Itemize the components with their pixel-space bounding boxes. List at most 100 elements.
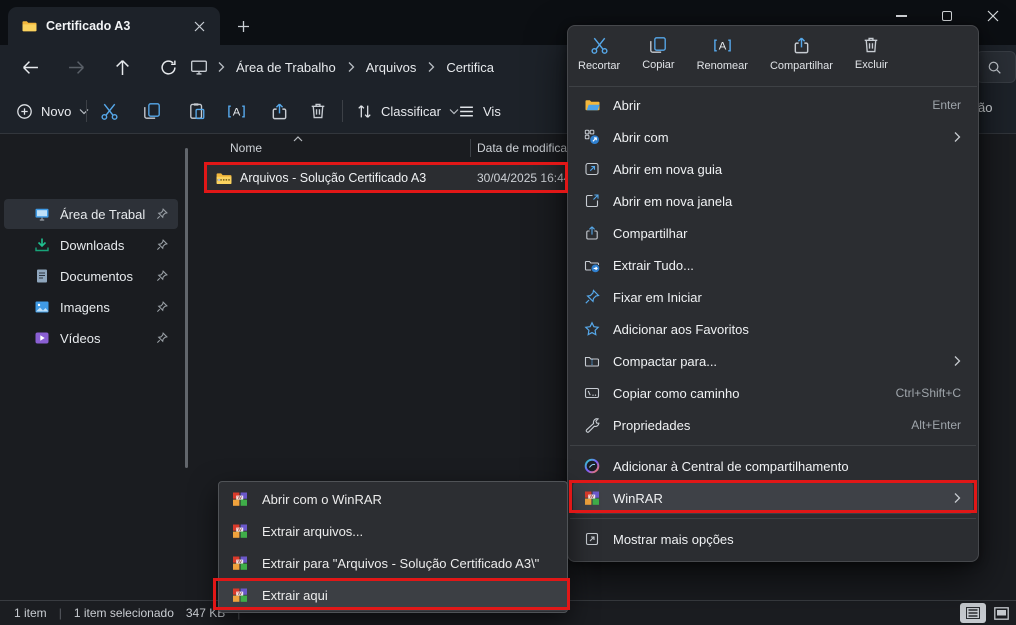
quick-share-button[interactable]: Compartilhar: [764, 34, 839, 84]
thumbnail-view-icon: [994, 607, 1009, 620]
quick-action-label: Renomear: [697, 60, 748, 72]
menu-item-copiar-caminho[interactable]: Copiar como caminho Ctrl+Shift+C: [573, 377, 973, 409]
share-button[interactable]: [262, 96, 296, 126]
delete-icon: [309, 102, 327, 120]
view-button-label: Visualizar: [483, 104, 501, 119]
open-with-icon: [584, 129, 600, 145]
copy-button[interactable]: [135, 96, 169, 126]
menu-item-favoritos[interactable]: Adicionar aos Favoritos: [573, 313, 973, 345]
status-divider: |: [59, 606, 62, 620]
quick-action-label: Compartilhar: [770, 60, 833, 72]
thumbnail-view-button[interactable]: [988, 603, 1014, 623]
toolbar-divider: [342, 100, 343, 122]
sort-button-label: Classificar: [381, 104, 441, 119]
column-modified[interactable]: Data de modifica: [477, 141, 567, 155]
search-box[interactable]: [976, 51, 1016, 83]
rename-button[interactable]: A: [219, 96, 253, 126]
menu-item-propriedades[interactable]: Propriedades Alt+Enter: [573, 409, 973, 441]
sort-ascending-icon: [293, 136, 303, 142]
folder-icon: [21, 18, 37, 34]
up-icon[interactable]: [106, 51, 138, 83]
breadcrumb-desktop[interactable]: Área de Trabalho: [234, 57, 338, 78]
breadcrumb-current[interactable]: Certifica: [444, 57, 496, 78]
desktop-icon: [190, 58, 208, 76]
column-name[interactable]: Nome: [230, 141, 262, 155]
file-modified-date: 30/04/2025 16:44: [477, 171, 570, 185]
details-view-icon: [966, 607, 980, 619]
delete-button[interactable]: [301, 96, 335, 126]
quick-action-label: Recortar: [578, 60, 620, 72]
submenu-item-extrair-para[interactable]: W Extrair para "Arquivos - Solução Certi…: [219, 547, 567, 579]
menu-item-extrair-tudo[interactable]: Extrair Tudo...: [573, 249, 973, 281]
menu-item-fixar-iniciar[interactable]: Fixar em Iniciar: [573, 281, 973, 313]
file-explorer-window: Certificado A3: [0, 0, 1016, 625]
sidebar-item-documents[interactable]: Documentos: [4, 261, 178, 291]
menu-item-winrar[interactable]: W WinRAR: [573, 482, 973, 514]
menu-item-compactar[interactable]: Compactar para...: [573, 345, 973, 377]
paste-button[interactable]: [180, 96, 214, 126]
menu-item-mostrar-mais[interactable]: Mostrar mais opções: [573, 523, 973, 555]
column-divider[interactable]: [470, 139, 471, 157]
menu-item-abrir-nova-guia[interactable]: Abrir em nova guia: [573, 153, 973, 185]
sidebar-item-downloads[interactable]: Downloads: [4, 230, 178, 260]
toolbar-clipped-label: ão: [978, 100, 992, 115]
winrar-extract-icon: W: [232, 523, 248, 539]
pictures-icon: [34, 299, 50, 315]
svg-text:A: A: [719, 40, 727, 52]
show-more-options-icon: [584, 531, 600, 547]
refresh-icon[interactable]: [152, 51, 184, 83]
quick-copy-button[interactable]: Copiar: [636, 34, 680, 84]
menu-item-compartilhar[interactable]: Compartilhar: [573, 217, 973, 249]
chevron-right-icon: [217, 61, 225, 73]
rename-icon: A: [227, 102, 246, 121]
details-view-button[interactable]: [960, 603, 986, 623]
quick-action-label: Excluir: [855, 59, 888, 71]
sidebar-item-label: Documentos: [60, 269, 146, 284]
cut-icon: [590, 36, 609, 55]
file-name: Arquivos - Solução Certificado A3: [240, 171, 426, 185]
paste-icon: [188, 102, 206, 120]
winrar-extract-icon: W: [232, 555, 248, 571]
winrar-icon: W: [584, 490, 600, 506]
breadcrumb-arquivos[interactable]: Arquivos: [364, 57, 419, 78]
quick-delete-button[interactable]: Excluir: [849, 34, 894, 84]
view-toggles: [960, 603, 1014, 623]
menu-item-abrir-nova-janela[interactable]: Abrir em nova janela: [573, 185, 973, 217]
compress-icon: [584, 353, 600, 369]
shortcut-label: Ctrl+Shift+C: [896, 386, 961, 400]
shortcut-label: Alt+Enter: [911, 418, 961, 432]
submenu-chevron-icon: [953, 355, 961, 367]
quick-cut-button[interactable]: Recortar: [572, 34, 626, 84]
desktop-icon: [34, 206, 50, 222]
tab-certificado-a3[interactable]: Certificado A3: [8, 7, 220, 45]
sidebar-item-videos[interactable]: Vídeos: [4, 323, 178, 353]
file-row-selected[interactable]: Arquivos - Solução Certificado A3 30/04/…: [207, 163, 567, 193]
new-tab-button[interactable]: [230, 13, 256, 39]
forward-icon[interactable]: [60, 51, 92, 83]
new-button[interactable]: Novo: [10, 96, 95, 126]
menu-item-abrir[interactable]: Abrir Enter: [573, 89, 973, 121]
submenu-item-extrair-aqui[interactable]: W Extrair aqui: [219, 579, 567, 611]
sidebar-item-label: Vídeos: [60, 331, 146, 346]
view-button[interactable]: Visualizar: [452, 96, 507, 126]
submenu-item-extrair-arquivos[interactable]: W Extrair arquivos...: [219, 515, 567, 547]
back-icon[interactable]: [14, 51, 46, 83]
submenu-item-abrir-winrar[interactable]: W Abrir com o WinRAR: [219, 483, 567, 515]
open-new-tab-icon: [584, 161, 600, 177]
sidebar-item-desktop[interactable]: Área de Trabalho: [4, 199, 178, 229]
sidebar-item-pictures[interactable]: Imagens: [4, 292, 178, 322]
tab-title: Certificado A3: [46, 19, 179, 33]
tab-close-icon[interactable]: [188, 15, 210, 37]
pin-icon: [156, 301, 168, 313]
menu-item-abrir-com[interactable]: Abrir com: [573, 121, 973, 153]
winrar-submenu: W Abrir com o WinRAR W Extrair arquivos.…: [218, 481, 568, 613]
selection-count: 1 item selecionado: [74, 606, 174, 620]
menu-item-central-compartilhamento[interactable]: Adicionar à Central de compartilhamento: [573, 450, 973, 482]
quick-rename-button[interactable]: A Renomear: [691, 34, 754, 84]
new-button-label: Novo: [41, 104, 71, 119]
navigation-pane: Área de Trabalho Downloads Documentos Im…: [0, 134, 186, 600]
menu-separator: [569, 86, 977, 87]
cut-button[interactable]: [92, 96, 126, 126]
rename-icon: A: [713, 36, 732, 55]
sort-button[interactable]: Classificar: [350, 96, 465, 126]
